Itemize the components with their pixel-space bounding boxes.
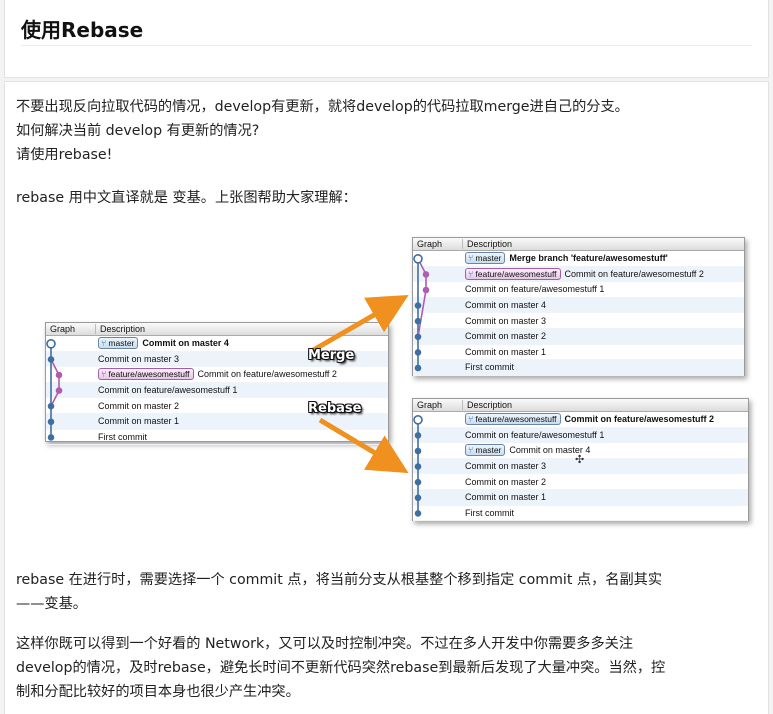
- rebase-label: Rebase: [308, 401, 362, 416]
- benefits-line: 制和分配比较好的项目本身也很少产生冲突。: [16, 684, 300, 700]
- benefits-line: 这样你既可以得到一个好看的 Network，又可以及时控制冲突。不过在多人开发中…: [16, 636, 634, 652]
- move-cursor-icon: ✣: [575, 453, 585, 466]
- explain-line: rebase 在进行时，需要选择一个 commit 点，将当前分支从根基整个移到…: [16, 572, 663, 588]
- explain-paragraph: rebase 在进行时，需要选择一个 commit 点，将当前分支从根基整个移到…: [16, 568, 751, 616]
- merge-arrow: [308, 294, 409, 355]
- benefits-paragraph: 这样你既可以得到一个好看的 Network，又可以及时控制冲突。不过在多人开发中…: [16, 632, 751, 704]
- benefits-line: develop的情况，及时rebase，避免长时间不更新代码突然rebase到最…: [16, 660, 666, 676]
- rebase-arrow: [318, 417, 409, 474]
- merge-label: Merge: [308, 348, 355, 363]
- explain-line: ——变基。: [16, 596, 87, 612]
